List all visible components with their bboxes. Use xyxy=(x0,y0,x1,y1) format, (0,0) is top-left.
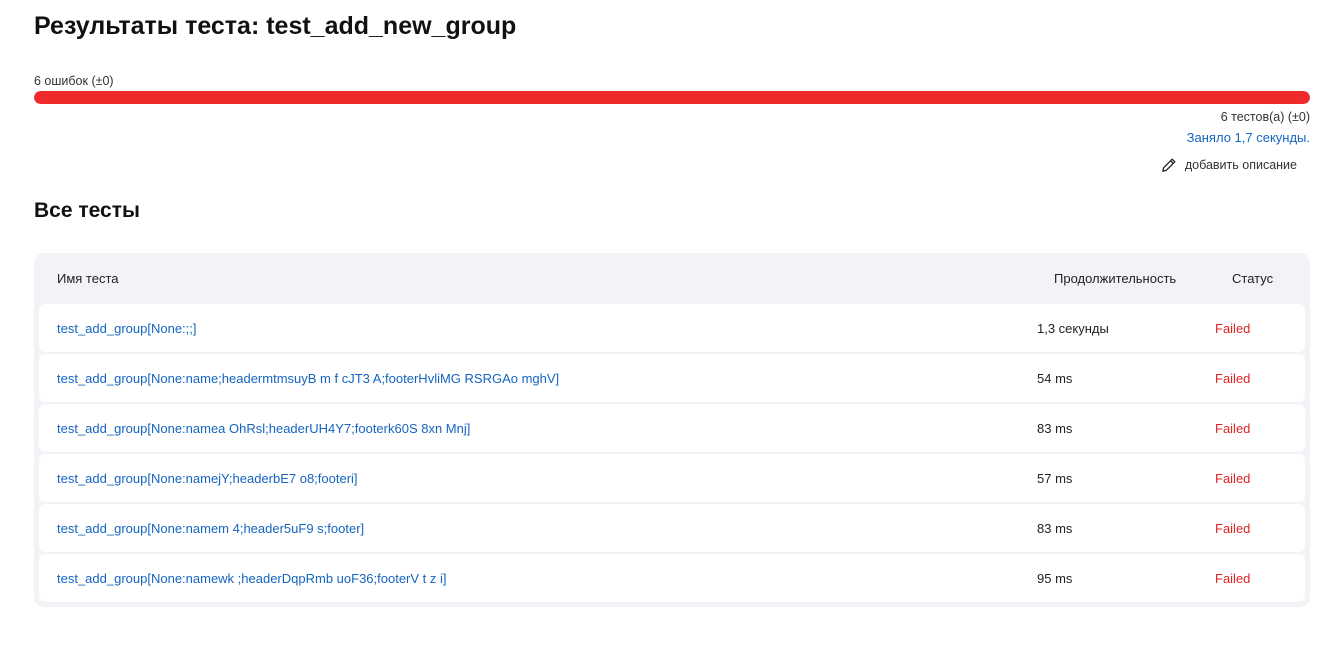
column-header-name[interactable]: Имя теста xyxy=(39,271,1037,286)
column-header-duration[interactable]: Продолжительность xyxy=(1037,271,1209,286)
table-row: test_add_group[None:;;] 1,3 секунды Fail… xyxy=(39,304,1305,352)
test-name-link[interactable]: test_add_group[None:name;headermtmsuyB m… xyxy=(57,371,559,386)
column-header-status[interactable]: Статус xyxy=(1209,271,1305,286)
table-row: test_add_group[None:namewk ;headerDqpRmb… xyxy=(39,554,1305,602)
table-row: test_add_group[None:namea OhRsl;headerUH… xyxy=(39,404,1305,452)
pencil-icon xyxy=(1161,157,1177,173)
section-title: Все тесты xyxy=(34,199,140,222)
page-title: Результаты теста: test_add_new_group xyxy=(34,12,517,40)
tests-count: 6 тестов(а) (±0) xyxy=(1220,110,1310,124)
test-status: Failed xyxy=(1215,470,1251,486)
test-name-link[interactable]: test_add_group[None:namewk ;headerDqpRmb… xyxy=(57,571,447,586)
add-description-button[interactable]: добавить описание xyxy=(1161,157,1297,173)
failure-progress-fill xyxy=(34,91,1310,104)
test-duration: 83 ms xyxy=(1037,520,1073,536)
test-status: Failed xyxy=(1215,420,1251,436)
table-row: test_add_group[None:namem 4;header5uF9 s… xyxy=(39,504,1305,552)
test-duration: 54 ms xyxy=(1037,370,1073,386)
tests-table: Имя теста Продолжительность Статус test_… xyxy=(34,253,1310,607)
test-name-link[interactable]: test_add_group[None:namea OhRsl;headerUH… xyxy=(57,421,470,436)
fail-count: 6 ошибок (±0) xyxy=(34,74,114,88)
test-duration: 57 ms xyxy=(1037,470,1073,486)
test-status: Failed xyxy=(1215,520,1251,536)
test-name-link[interactable]: test_add_group[None:;;] xyxy=(57,321,197,336)
test-status: Failed xyxy=(1215,320,1251,336)
test-duration: 1,3 секунды xyxy=(1037,320,1109,336)
add-description-label: добавить описание xyxy=(1184,158,1297,172)
test-name-link[interactable]: test_add_group[None:namem 4;header5uF9 s… xyxy=(57,521,364,536)
table-row: test_add_group[None:name;headermtmsuyB m… xyxy=(39,354,1305,402)
table-header: Имя теста Продолжительность Статус xyxy=(39,253,1305,304)
test-duration: 95 ms xyxy=(1037,570,1073,586)
test-status: Failed xyxy=(1215,370,1251,386)
test-status: Failed xyxy=(1215,570,1251,586)
duration-link[interactable]: Заняло 1,7 секунды. xyxy=(1187,130,1310,145)
test-duration: 83 ms xyxy=(1037,420,1073,436)
failure-progress-bar xyxy=(34,91,1310,104)
test-name-link[interactable]: test_add_group[None:namejY;headerbE7 o8;… xyxy=(57,471,358,486)
table-row: test_add_group[None:namejY;headerbE7 o8;… xyxy=(39,454,1305,502)
